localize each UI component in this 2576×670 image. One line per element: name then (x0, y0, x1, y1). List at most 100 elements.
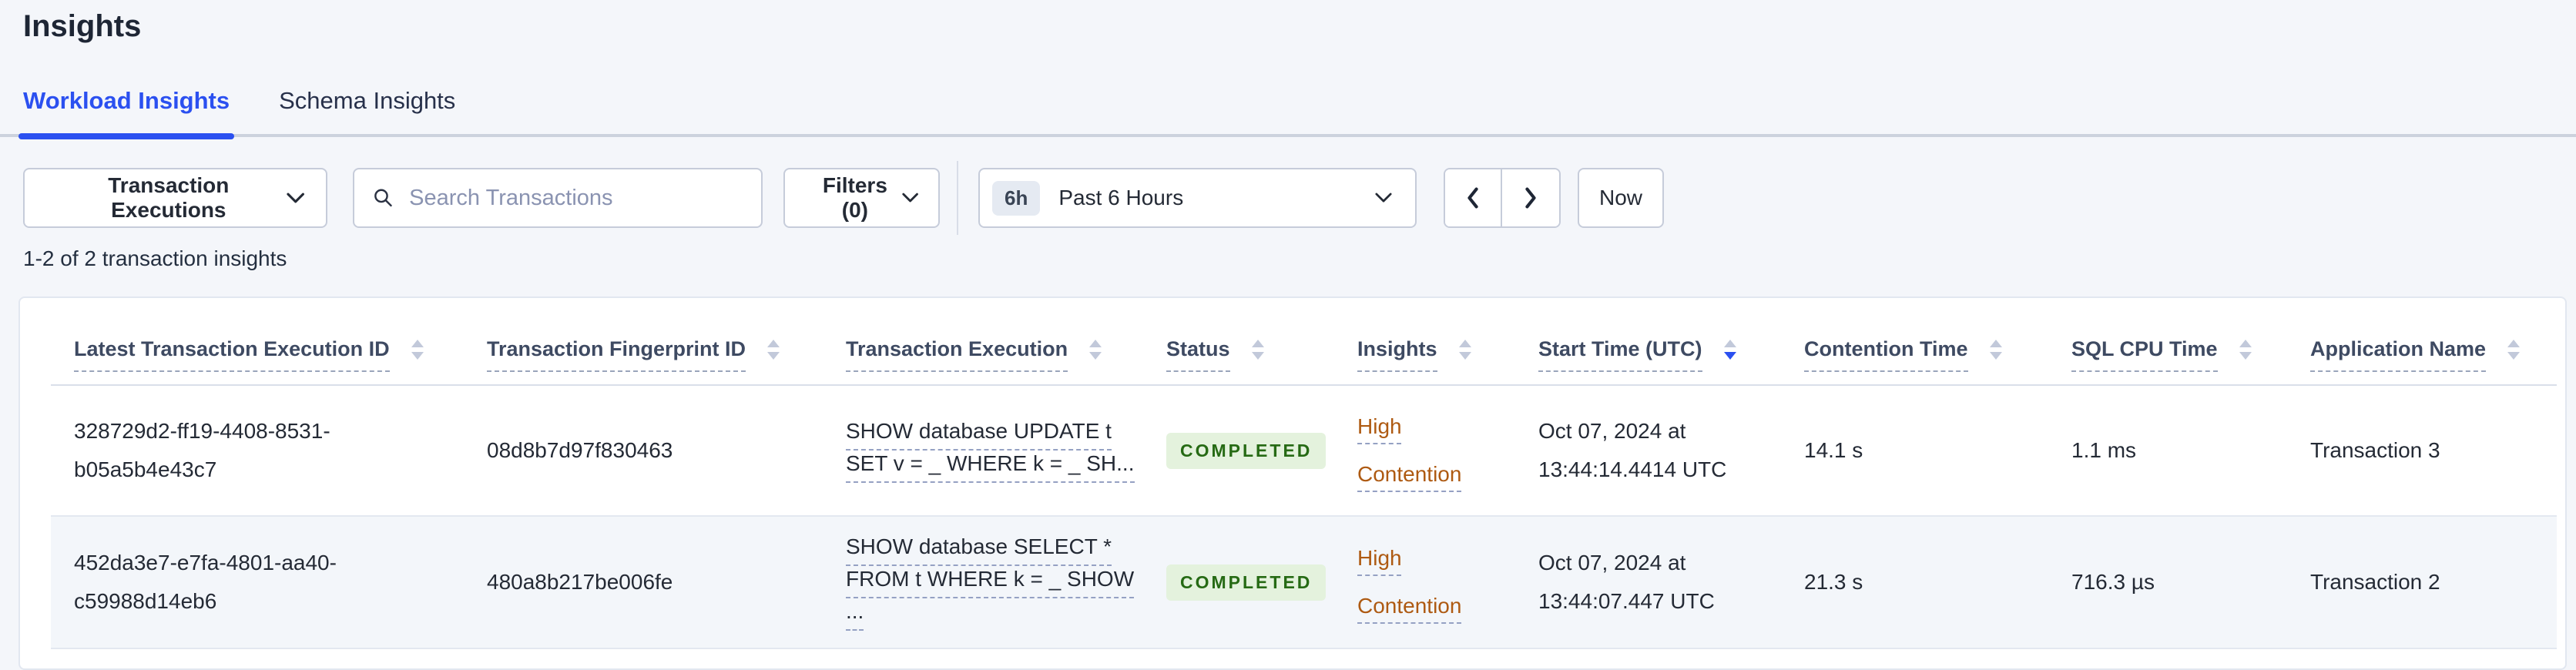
column-header-label: Status (1166, 337, 1230, 372)
insight-link[interactable]: High Contention (1357, 534, 1481, 630)
statement-line[interactable]: SET v = _ WHERE k = _ SH... (846, 451, 1135, 483)
sort-icon[interactable] (2507, 340, 2521, 364)
filters-label: Filters (0) (822, 173, 887, 222)
cell-contention-time: 21.3 s (1781, 516, 2048, 649)
cell-transaction-execution: SHOW database UPDATE t SET v = _ WHERE k … (823, 385, 1143, 517)
column-header-status[interactable]: Status (1143, 298, 1334, 386)
cell-fingerprint-id: 480a8b217be006fe (464, 516, 823, 649)
column-header-insight[interactable]: Insights (1334, 298, 1515, 386)
column-header-inner: SQL CPU Time (2071, 337, 2287, 372)
cell-status: COMPLETED (1143, 385, 1334, 517)
cell-status: COMPLETED (1143, 516, 1334, 649)
cell-insights: High Contention (1334, 516, 1515, 649)
column-header-inner: Status (1166, 337, 1334, 372)
sort-icon[interactable] (1989, 340, 2002, 364)
column-header-inner: Contention Time (1804, 337, 2048, 372)
start-time-line: 13:44:14.4414 UTC (1538, 457, 1727, 481)
tab-schema-insights[interactable]: Schema Insights (279, 87, 455, 115)
time-range-pager (1444, 168, 1561, 228)
chevron-down-icon (1375, 193, 1392, 203)
column-header-label: Transaction Fingerprint ID (487, 337, 746, 372)
time-prev-button[interactable] (1445, 169, 1502, 226)
column-header-label: Application Name (2310, 337, 2487, 372)
chevron-down-icon (902, 193, 918, 203)
statement-link[interactable]: SHOW database SELECT * FROM t WHERE k = _… (846, 534, 1135, 631)
start-time-line: 13:44:07.447 UTC (1538, 589, 1715, 613)
statement-line[interactable]: ... (846, 598, 864, 631)
column-header-statement[interactable]: Transaction Execution (823, 298, 1143, 386)
cell-fingerprint-id: 08d8b7d97f830463 (464, 385, 823, 517)
transaction-execution-id: 328729d2-ff19-4408-8531-b05a5b4e43c7 (74, 419, 330, 481)
cell-contention-time: 14.1 s (1781, 385, 2048, 517)
table-header-row: Latest Transaction Execution ID Transact… (51, 298, 2557, 386)
sort-icon[interactable] (1251, 340, 1264, 364)
column-header-label: SQL CPU Time (2071, 337, 2218, 372)
table-row: 452da3e7-e7fa-4801-aa40-c59988d14eb6 480a… (51, 516, 2557, 649)
table-row: 328729d2-ff19-4408-8531-b05a5b4e43c7 08d8… (51, 385, 2557, 517)
sort-icon[interactable] (1458, 340, 1471, 364)
insight-link[interactable]: High Contention (1357, 403, 1481, 498)
toolbar-divider (957, 161, 958, 235)
toolbar: Transaction Executions Filters (0) 6h Pa… (23, 161, 1664, 235)
cell-sql-cpu-time: 1.1 ms (2048, 385, 2287, 517)
column-header-fingerprint_id[interactable]: Transaction Fingerprint ID (464, 298, 823, 386)
column-header-sql_cpu_time[interactable]: SQL CPU Time (2048, 298, 2287, 386)
tab-workload-insights[interactable]: Workload Insights (18, 87, 235, 139)
column-header-contention_time[interactable]: Contention Time (1781, 298, 2048, 386)
status-badge: COMPLETED (1166, 564, 1327, 601)
column-header-inner: Transaction Execution (846, 337, 1143, 372)
search-box[interactable] (353, 168, 763, 228)
page-title: Insights (23, 9, 142, 43)
results-count: 1-2 of 2 transaction insights (23, 246, 287, 270)
chevron-down-icon (287, 193, 304, 203)
start-time-line: Oct 07, 2024 at (1538, 419, 1686, 443)
cell-application-name: Transaction 2 (2287, 516, 2557, 649)
now-button[interactable]: Now (1578, 168, 1664, 228)
insight-type-label: Transaction Executions (108, 173, 230, 222)
time-range-label: Past 6 Hours (1058, 186, 1184, 209)
cell-latest-execution-id: 328729d2-ff19-4408-8531-b05a5b4e43c7 (51, 385, 464, 517)
column-header-latest_execution_id[interactable]: Latest Transaction Execution ID (51, 298, 464, 386)
chevron-left-icon (1467, 187, 1478, 209)
column-header-inner: Start Time (UTC) (1538, 337, 1781, 372)
filters-button[interactable]: Filters (0) (783, 168, 940, 228)
sort-icon[interactable] (767, 340, 780, 364)
insights-table-card: Latest Transaction Execution ID Transact… (18, 296, 2567, 670)
column-header-inner: Insights (1357, 337, 1515, 372)
cell-start-time: Oct 07, 2024 at 13:44:14.4414 UTC (1515, 385, 1781, 517)
statement-link[interactable]: SHOW database UPDATE t SET v = _ WHERE k … (846, 418, 1135, 483)
sort-icon[interactable] (2239, 340, 2252, 364)
column-header-label: Latest Transaction Execution ID (74, 337, 390, 372)
insight-type-dropdown[interactable]: Transaction Executions (23, 168, 327, 228)
chevron-right-icon (1525, 187, 1536, 209)
column-header-application[interactable]: Application Name (2287, 298, 2557, 386)
time-range-dropdown[interactable]: 6h Past 6 Hours (978, 168, 1417, 228)
tab-bar: Workload Insights Schema Insights (0, 68, 2576, 139)
column-header-label: Insights (1357, 337, 1437, 372)
statement-line[interactable]: FROM t WHERE k = _ SHOW (846, 566, 1135, 598)
sort-icon[interactable] (1723, 340, 1736, 364)
column-header-label: Transaction Execution (846, 337, 1068, 372)
search-icon (374, 189, 392, 207)
insights-table: Latest Transaction Execution ID Transact… (51, 298, 2557, 649)
status-badge: COMPLETED (1166, 432, 1327, 469)
transaction-execution-id: 452da3e7-e7fa-4801-aa40-c59988d14eb6 (74, 551, 337, 613)
cell-insights: High Contention (1334, 385, 1515, 517)
cell-transaction-execution: SHOW database SELECT * FROM t WHERE k = _… (823, 516, 1143, 649)
search-input[interactable] (408, 184, 746, 212)
column-header-inner: Transaction Fingerprint ID (487, 337, 823, 372)
column-header-inner: Latest Transaction Execution ID (74, 337, 464, 372)
start-time-line: Oct 07, 2024 at (1538, 551, 1686, 575)
column-header-label: Start Time (UTC) (1538, 337, 1702, 372)
cell-latest-execution-id: 452da3e7-e7fa-4801-aa40-c59988d14eb6 (51, 516, 464, 649)
cell-start-time: Oct 07, 2024 at 13:44:07.447 UTC (1515, 516, 1781, 649)
statement-line[interactable]: SHOW database UPDATE t (846, 418, 1112, 451)
column-header-start_time[interactable]: Start Time (UTC) (1515, 298, 1781, 386)
cell-application-name: Transaction 3 (2287, 385, 2557, 517)
sort-icon[interactable] (411, 340, 424, 364)
statement-line[interactable]: SHOW database SELECT * (846, 534, 1112, 566)
cell-sql-cpu-time: 716.3 µs (2048, 516, 2287, 649)
time-next-button[interactable] (1502, 169, 1559, 226)
column-header-label: Contention Time (1804, 337, 1968, 372)
sort-icon[interactable] (1089, 340, 1102, 364)
